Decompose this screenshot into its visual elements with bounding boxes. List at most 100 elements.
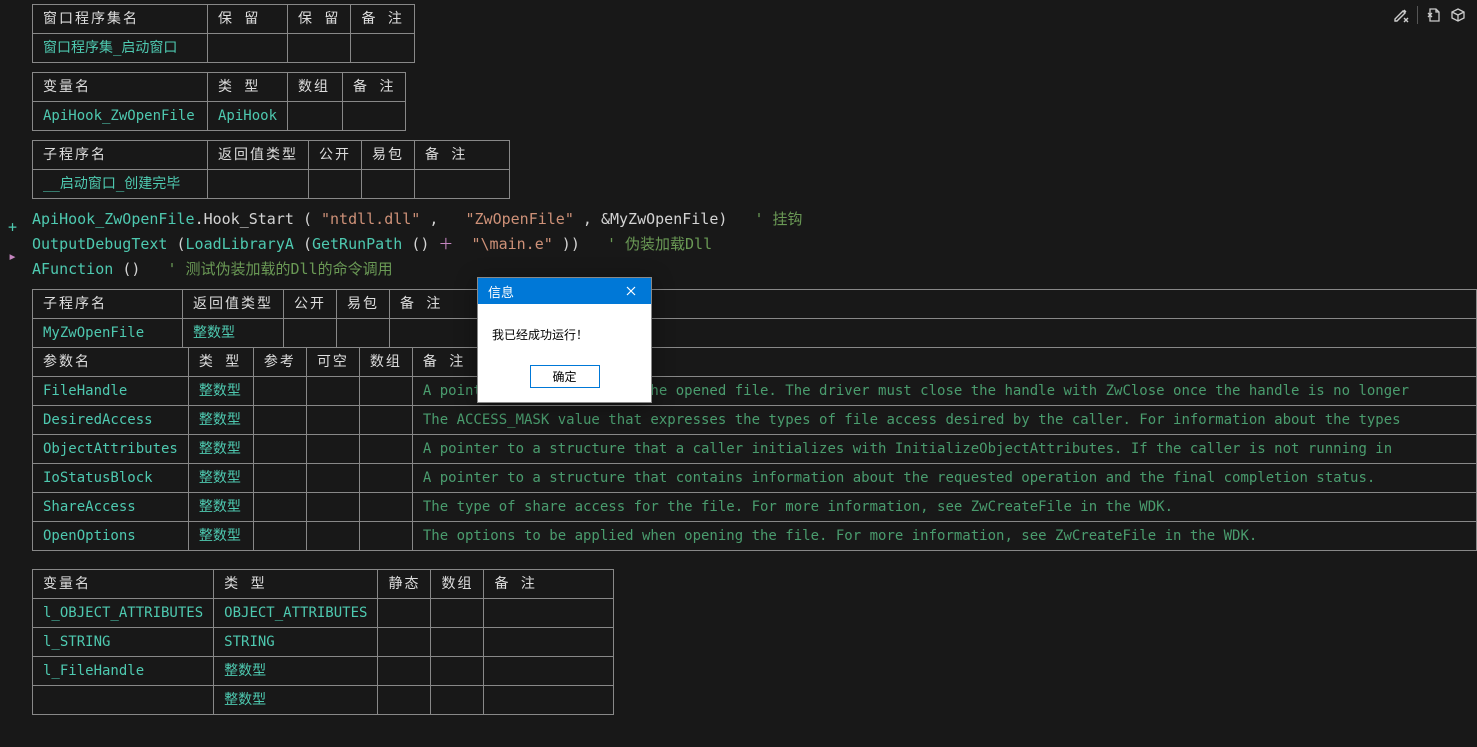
- c3-fn: AFunction: [32, 260, 113, 278]
- winset-row[interactable]: 窗口程序集_启动窗口: [33, 34, 415, 63]
- locals-r1-name: l_OBJECT_ATTRIBUTES: [33, 599, 214, 628]
- sub1-h5: 备 注: [415, 141, 510, 170]
- c2-p3: (): [411, 235, 429, 253]
- param-type: 整数型: [188, 522, 253, 551]
- param-type: 整数型: [188, 377, 253, 406]
- dialog-title-text: 信息: [488, 282, 514, 301]
- param-name: FileHandle: [33, 377, 189, 406]
- c1-comma1: ,: [429, 210, 438, 228]
- locals-table: 变量名 类 型 静态 数组 备 注 l_OBJECT_ATTRIBUTES OB…: [32, 569, 614, 715]
- locals-row-4[interactable]: 整数型: [33, 686, 614, 715]
- var1-row[interactable]: ApiHook_ZwOpenFile ApiHook: [33, 102, 406, 131]
- c2-fn2: LoadLibraryA: [186, 235, 294, 253]
- window-set-table: 窗口程序集名 保 留 保 留 备 注 窗口程序集_启动窗口: [32, 4, 415, 63]
- dialog-titlebar[interactable]: 信息: [478, 278, 651, 304]
- sub2-row[interactable]: MyZwOpenFile 整数型: [33, 319, 1477, 348]
- locals-r2-name: l_STRING: [33, 628, 214, 657]
- param-type: 整数型: [188, 464, 253, 493]
- var1-table: 变量名 类 型 数组 备 注 ApiHook_ZwOpenFile ApiHoo…: [32, 72, 406, 131]
- var1-h2: 类 型: [208, 73, 288, 102]
- dialog-footer: 确定: [478, 357, 651, 402]
- param-type: 整数型: [188, 406, 253, 435]
- locals-h5: 备 注: [484, 570, 614, 599]
- winset-h1: 窗口程序集名: [33, 5, 208, 34]
- c2-fn1: OutputDebugText: [32, 235, 167, 253]
- param-type: 整数型: [188, 493, 253, 522]
- sub2-h1: 子程序名: [33, 290, 183, 319]
- locals-r3-type: 整数型: [214, 657, 378, 686]
- var1-h3: 数组: [288, 73, 343, 102]
- sub1-h1: 子程序名: [33, 141, 208, 170]
- sub1-row[interactable]: __启动窗口_创建完毕: [33, 170, 510, 199]
- param-row[interactable]: DesiredAccess整数型 The ACCESS_MASK value th…: [33, 406, 1477, 435]
- sub1-h4: 易包: [362, 141, 415, 170]
- sub2-h4: 易包: [337, 290, 390, 319]
- code-line-2[interactable]: OutputDebugText (LoadLibraryA (GetRunPat…: [32, 233, 1477, 254]
- c2-p1: (: [177, 235, 186, 253]
- c1-rest: , &MyZwOpenFile): [583, 210, 728, 228]
- param-row[interactable]: OpenOptions整数型 The options to be applied …: [33, 522, 1477, 551]
- param-row[interactable]: IoStatusBlock整数型 A pointer to a structure…: [33, 464, 1477, 493]
- winset-h2: 保 留: [208, 5, 288, 34]
- param-desc: The options to be applied when opening t…: [412, 522, 1476, 551]
- c2-p4: )): [562, 235, 580, 253]
- dialog-close-button[interactable]: [611, 278, 651, 304]
- sub2-h2: 返回值类型: [183, 290, 284, 319]
- locals-row-3[interactable]: l_FileHandle 整数型: [33, 657, 614, 686]
- param-row[interactable]: FileHandle整数型A pointer to a handle for t…: [33, 377, 1477, 406]
- sub1-h3: 公开: [309, 141, 362, 170]
- param-row[interactable]: ShareAccess整数型 The type of share access f…: [33, 493, 1477, 522]
- sub2-type: 整数型: [183, 319, 284, 348]
- param-desc: A pointer to a structure that a caller i…: [412, 435, 1476, 464]
- params-h1: 参数名: [33, 348, 189, 377]
- c1-str2: "ZwOpenFile": [466, 210, 574, 228]
- param-name: IoStatusBlock: [33, 464, 189, 493]
- locals-r4-name: [33, 686, 214, 715]
- sub2-name: MyZwOpenFile: [33, 319, 183, 348]
- param-name: DesiredAccess: [33, 406, 189, 435]
- sub1-table: 子程序名 返回值类型 公开 易包 备 注 __启动窗口_创建完毕: [32, 140, 510, 199]
- c1-comment: ' 挂钩: [755, 210, 803, 228]
- c2-p2: (: [303, 235, 312, 253]
- locals-row-2[interactable]: l_STRING STRING: [33, 628, 614, 657]
- params-table: 参数名 类 型 参考 可空 数组 备 注 FileHandle整数型A poin…: [32, 347, 1477, 551]
- locals-h2: 类 型: [214, 570, 378, 599]
- gutter-play: ▸: [8, 247, 17, 265]
- param-name: OpenOptions: [33, 522, 189, 551]
- winset-h3: 保 留: [288, 5, 351, 34]
- close-icon: [626, 286, 636, 296]
- dialog-body: 我已经成功运行！: [478, 304, 651, 357]
- sub2-table: 子程序名 返回值类型 公开 易包 备 注 MyZwOpenFile 整数型: [32, 289, 1477, 348]
- params-h2: 类 型: [188, 348, 253, 377]
- param-type: 整数型: [188, 435, 253, 464]
- winset-name: 窗口程序集_启动窗口: [33, 34, 208, 63]
- c1-obj: ApiHook_ZwOpenFile: [32, 210, 195, 228]
- param-desc: A pointer to a structure that contains i…: [412, 464, 1476, 493]
- params-h5: 数组: [359, 348, 412, 377]
- param-row[interactable]: ObjectAttributes整数型A pointer to a struct…: [33, 435, 1477, 464]
- var1-name: ApiHook_ZwOpenFile: [33, 102, 208, 131]
- c2-str: "\main.e": [471, 235, 552, 253]
- locals-h4: 数组: [431, 570, 484, 599]
- c2-comment: ' 伪装加载Dll: [607, 235, 712, 253]
- param-desc: The type of share access for the file. F…: [412, 493, 1476, 522]
- locals-row-1[interactable]: l_OBJECT_ATTRIBUTES OBJECT_ATTRIBUTES: [33, 599, 614, 628]
- locals-r2-type: STRING: [214, 628, 378, 657]
- c2-fn3: GetRunPath: [312, 235, 402, 253]
- locals-r1-type: OBJECT_ATTRIBUTES: [214, 599, 378, 628]
- winset-h4: 备 注: [351, 5, 414, 34]
- c3-paren: (): [122, 260, 140, 278]
- c2-plus: ＋: [438, 235, 453, 253]
- dialog-ok-button[interactable]: 确定: [530, 365, 600, 388]
- c3-comment: ' 测试伪装加载的Dll的命令调用: [167, 260, 392, 278]
- code-line-1[interactable]: ApiHook_ZwOpenFile.Hook_Start ( "ntdll.d…: [32, 208, 1477, 229]
- params-h4: 可空: [306, 348, 359, 377]
- c1-paren: (: [303, 210, 312, 228]
- c1-method: .Hook_Start: [195, 210, 294, 228]
- code-line-3[interactable]: AFunction () ' 测试伪装加载的Dll的命令调用: [32, 258, 1477, 279]
- param-desc: The ACCESS_MASK value that expresses the…: [412, 406, 1476, 435]
- sub1-h2: 返回值类型: [208, 141, 309, 170]
- param-name: ShareAccess: [33, 493, 189, 522]
- sub1-name: __启动窗口_创建完毕: [33, 170, 208, 199]
- var1-h4: 备 注: [343, 73, 406, 102]
